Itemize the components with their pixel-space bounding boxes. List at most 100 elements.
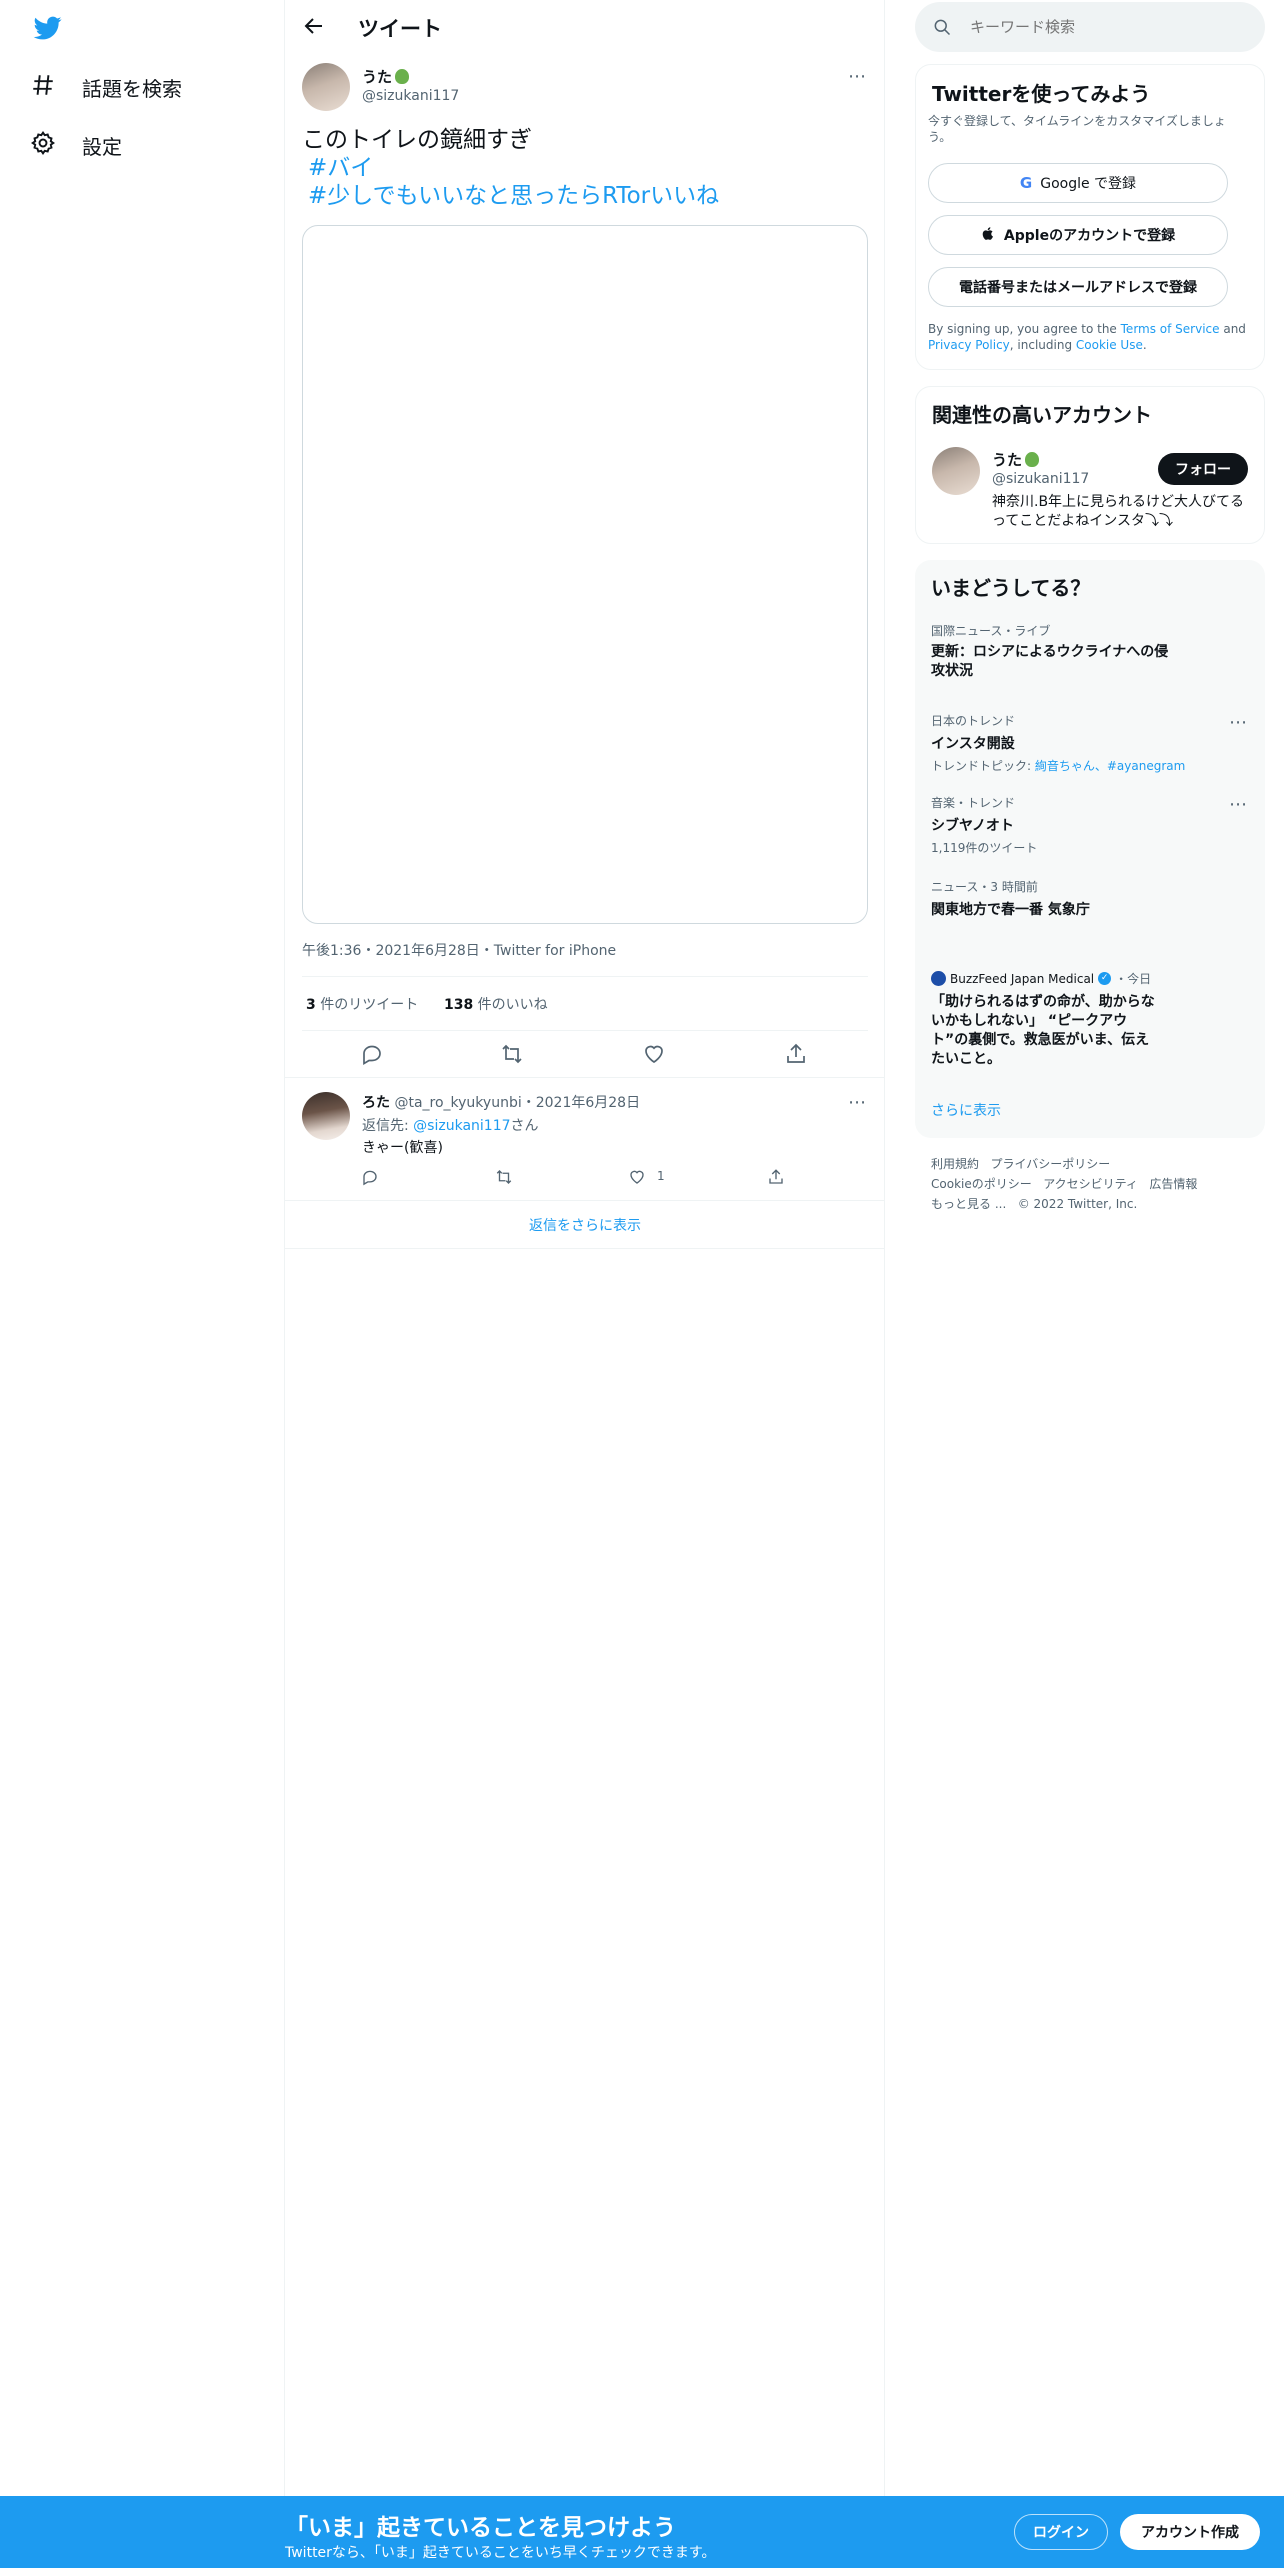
apple-emoji-icon: [395, 69, 410, 84]
trend-item[interactable]: 国際ニュース・ライブ 更新：ロシアによるウクライナへの侵攻状況: [931, 622, 1221, 681]
nav-explore[interactable]: 話題を検索: [30, 72, 182, 103]
reply-text: きゃー(歓喜): [362, 1140, 443, 1156]
nav-settings[interactable]: 設定: [30, 130, 122, 161]
tweet-media[interactable]: [302, 225, 868, 924]
share-icon[interactable]: [784, 1042, 810, 1068]
like-count: 138: [444, 997, 474, 1013]
hashtag-icon: [30, 72, 56, 103]
follow-button[interactable]: フォロー: [1158, 453, 1248, 485]
heart-icon[interactable]: [642, 1042, 668, 1068]
news-source: BuzzFeed Japan Medical: [950, 971, 1095, 986]
news-item[interactable]: BuzzFeed Japan Medical ✓ ・今日 「助けられるはずの命が…: [931, 970, 1191, 1069]
reply-retweet-icon[interactable]: [495, 1168, 513, 1186]
footer-link[interactable]: アクセシビリティ: [1043, 1177, 1138, 1191]
news-time: ・今日: [1115, 972, 1152, 986]
reply-heart-icon[interactable]: [628, 1168, 646, 1186]
create-account-button[interactable]: アカウント作成: [1120, 2514, 1260, 2550]
trend-title: 関東地方で春一番 気象庁: [931, 902, 1090, 918]
news-source-avatar: [931, 971, 946, 986]
trend-context: 国際ニュース・ライブ: [931, 624, 1051, 638]
search-input[interactable]: [970, 15, 1250, 39]
terms-link[interactable]: Terms of Service: [1121, 322, 1220, 336]
gear-icon: [30, 130, 56, 161]
reply-author-name: ろた: [362, 1095, 390, 1111]
footer-links: 利用規約 プライバシーポリシー Cookieのポリシー アクセシビリティ 広告情…: [931, 1154, 1251, 1214]
trend-item[interactable]: ニュース・3 時間前 関東地方で春一番 気象庁: [931, 878, 1221, 919]
hashtag-link[interactable]: #バイ: [308, 155, 373, 181]
verified-badge-icon: ✓: [1098, 972, 1112, 985]
trend-item[interactable]: 日本のトレンド インスタ開設 トレンドトピック: 絢音ちゃん、#ayanegra…: [931, 712, 1221, 774]
reply-icon[interactable]: [360, 1042, 386, 1068]
search-box[interactable]: [915, 2, 1265, 52]
reply-header[interactable]: ろた @ta_ro_kyukyunbi・2021年6月28日: [362, 1092, 640, 1112]
reply-like-count: 1: [657, 1169, 665, 1183]
twitter-bird-icon[interactable]: [32, 14, 64, 42]
trend-title: シブヤノオト: [931, 818, 1014, 834]
trend-topic-values[interactable]: 絢音ちゃん、#ayanegram: [1035, 759, 1185, 773]
tweet-timestamp[interactable]: 午後1:36・2021年6月28日・Twitter for iPhone: [302, 940, 616, 960]
signup-subtitle: 今すぐ登録して、タイムラインをカスタマイズしましょう。: [928, 114, 1226, 144]
search-icon: [932, 17, 952, 37]
trends-show-more-link[interactable]: さらに表示: [931, 1100, 1001, 1120]
footer-more-link[interactable]: もっと見る ...: [931, 1197, 1006, 1211]
google-signup-button[interactable]: G Google で登録: [928, 163, 1228, 203]
trend-title: インスタ開設: [931, 736, 1015, 752]
retweet-stat[interactable]: 3 件のリツイート: [306, 994, 418, 1014]
footer-link[interactable]: Cookieのポリシー: [931, 1177, 1032, 1191]
apple-icon: [981, 226, 996, 245]
related-title: 関連性の高いアカウント: [932, 403, 1152, 427]
reply-to-handle[interactable]: @sizukani117: [413, 1118, 510, 1134]
footer-link[interactable]: プライバシーポリシー: [990, 1157, 1110, 1171]
trend-count: 1,119件のツイート: [931, 841, 1038, 855]
main-column: ツイート うた @sizukani117 ⋯ このトイレの鏡細すぎ #バイ #少…: [285, 0, 885, 2568]
trend-context: 音楽・トレンド: [931, 796, 1016, 810]
trend-title: 更新：ロシアによるウクライナへの侵攻状況: [931, 644, 1169, 679]
hashtag-link[interactable]: #少しでもいいなと思ったらRTorいいね: [308, 183, 719, 209]
related-bio: 神奈川.B年上に見られるけど大人びてるってことだよねインスタ⤵︎⤵︎: [992, 494, 1245, 529]
footer-link[interactable]: 広告情報: [1149, 1177, 1197, 1191]
trend-context: ニュース・3 時間前: [931, 880, 1038, 894]
reply-to-line: 返信先: @sizukani117さん: [362, 1115, 539, 1135]
bottom-bar-subtitle: Twitterなら、「いま」起きていることをいち早くチェックできます。: [285, 2545, 716, 2561]
terms-period: .: [1142, 338, 1147, 352]
reply-share-icon[interactable]: [767, 1168, 785, 1186]
like-stat[interactable]: 138 件のいいね: [444, 994, 548, 1014]
news-title: 「助けられるはずの命が、助からないかもしれない」 “ピークアウト”の裏側で。救急…: [931, 994, 1155, 1067]
trends-title: いまどうしてる？: [931, 576, 1091, 600]
terms-prefix: By signing up, you agree to the: [928, 322, 1121, 336]
related-name-row[interactable]: うた: [992, 449, 1040, 470]
privacy-link[interactable]: Privacy Policy: [928, 338, 1010, 352]
related-handle[interactable]: @sizukani117: [992, 471, 1089, 487]
reply-date: ・2021年6月28日: [521, 1095, 641, 1111]
page-title: ツイート: [358, 17, 442, 41]
trend-more-icon[interactable]: ⋯: [1229, 794, 1248, 815]
divider: [285, 1248, 885, 1249]
author-handle[interactable]: @sizukani117: [362, 88, 459, 104]
terms-including: , including: [1009, 338, 1076, 352]
reply-more-options-icon[interactable]: ⋯: [848, 1092, 867, 1113]
signup-terms: By signing up, you agree to the Terms of…: [928, 321, 1248, 353]
trend-topic-label: トレンドトピック:: [931, 759, 1035, 773]
apple-signup-button[interactable]: Appleのアカウントで登録: [928, 215, 1228, 255]
related-accounts-card: 関連性の高いアカウント うた @sizukani117 フォロー 神奈川.B年上…: [915, 386, 1265, 544]
terms-and: and: [1219, 322, 1246, 336]
retweet-icon[interactable]: [500, 1042, 526, 1068]
google-signup-label: Google で登録: [1040, 176, 1137, 192]
footer-link[interactable]: 利用規約: [931, 1157, 979, 1171]
reply-reply-icon[interactable]: [361, 1168, 379, 1186]
show-more-replies-link[interactable]: 返信をさらに表示: [285, 1215, 885, 1235]
more-options-icon[interactable]: ⋯: [848, 66, 867, 87]
trend-item[interactable]: 音楽・トレンド シブヤノオト 1,119件のツイート: [931, 794, 1221, 856]
avatar[interactable]: [302, 63, 350, 111]
reply-to-label: 返信先:: [362, 1118, 414, 1134]
cookie-link[interactable]: Cookie Use: [1076, 338, 1143, 352]
reply-avatar[interactable]: [302, 1092, 350, 1140]
phone-signup-button[interactable]: 電話番号またはメールアドレスで登録: [928, 267, 1228, 307]
back-arrow-icon[interactable]: [302, 14, 326, 38]
nav-settings-label: 設定: [82, 135, 122, 159]
related-avatar[interactable]: [932, 447, 980, 495]
news-source-row: BuzzFeed Japan Medical ✓ ・今日: [931, 970, 1191, 987]
author-name-row[interactable]: うた: [362, 66, 410, 87]
trend-more-icon[interactable]: ⋯: [1229, 712, 1248, 733]
login-button[interactable]: ログイン: [1014, 2514, 1108, 2550]
